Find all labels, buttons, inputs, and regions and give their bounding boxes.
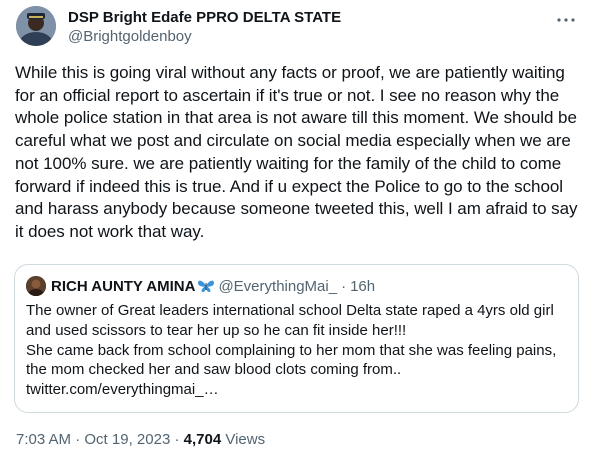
- quoted-avatar-image: [26, 276, 46, 296]
- tweet: DSP Bright Edafe PPRO DELTA STATE @Brigh…: [0, 0, 598, 463]
- more-options-button[interactable]: [554, 10, 578, 30]
- author-avatar-image: [16, 6, 56, 46]
- quoted-tweet-header: RICH AUNTY AMINA @EverythingMai_ · 16h: [26, 276, 375, 296]
- quoted-author-name: RICH AUNTY AMINA: [51, 277, 196, 295]
- butterfly-emoji-icon: [197, 279, 215, 293]
- views-link[interactable]: 4,704 Views: [184, 431, 265, 448]
- more-horizontal-icon: [557, 18, 575, 22]
- tweet-date: Oct 19, 2023: [84, 431, 171, 448]
- author-names: DSP Bright Edafe PPRO DELTA STATE @Brigh…: [68, 8, 341, 46]
- meta-separator: ·: [75, 431, 81, 448]
- views-label: Views: [225, 431, 266, 448]
- quoted-timestamp: 16h: [350, 277, 376, 295]
- author-display-name[interactable]: DSP Bright Edafe PPRO DELTA STATE: [68, 8, 341, 27]
- tweet-time: 7:03 AM: [16, 431, 72, 448]
- author-handle[interactable]: @Brightgoldenboy: [68, 27, 341, 46]
- views-count: 4,704: [183, 431, 222, 448]
- quoted-tweet-text: The owner of Great leaders international…: [26, 302, 557, 399]
- tweet-header: DSP Bright Edafe PPRO DELTA STATE @Brigh…: [16, 6, 582, 48]
- tweet-text: While this is going viral without any fa…: [15, 63, 578, 241]
- tweet-meta: 7:03 AM · Oct 19, 2023 · 4,704 Views: [16, 430, 265, 450]
- quoted-separator: ·: [341, 277, 347, 295]
- tweet-timestamp-link[interactable]: 7:03 AM · Oct 19, 2023: [16, 431, 170, 448]
- quoted-author-handle: @EverythingMai_: [218, 277, 338, 295]
- quoted-author-avatar: [26, 276, 46, 296]
- meta-separator-2: ·: [174, 431, 180, 448]
- author-avatar[interactable]: [16, 6, 56, 46]
- quoted-tweet[interactable]: RICH AUNTY AMINA @EverythingMai_ · 16h T…: [14, 264, 579, 413]
